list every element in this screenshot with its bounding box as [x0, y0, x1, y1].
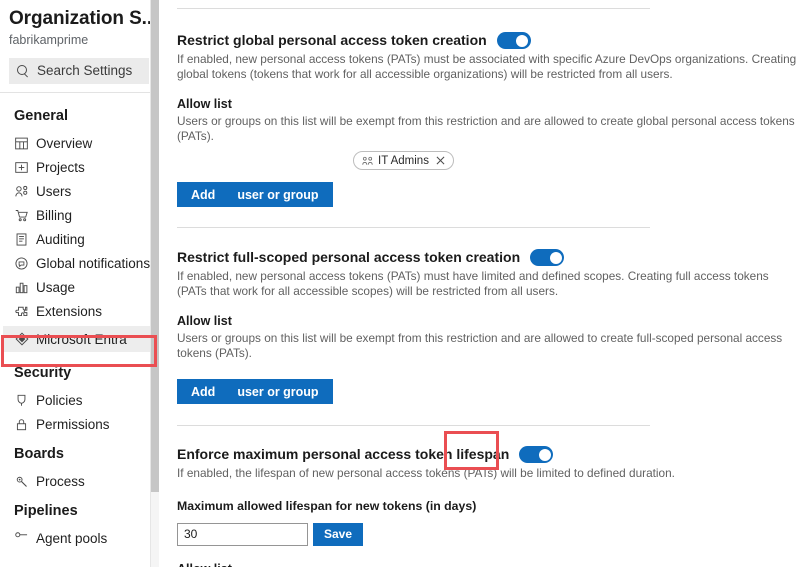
overview-grid-icon [14, 136, 29, 151]
sidebar-item-label: Global notifications [36, 255, 151, 271]
add-button-secondary-label: user or group [237, 384, 319, 399]
toggle-knob [549, 251, 562, 264]
sidebar-item-label: Microsoft Entra [36, 331, 127, 347]
sidebar-item-extensions[interactable]: Extensions [0, 299, 159, 323]
sidebar-item-label: Policies [36, 392, 83, 408]
sidebar-item-overview[interactable]: Overview [0, 131, 159, 155]
lifespan-field-label: Maximum allowed lifespan for new tokens … [177, 498, 477, 513]
global-notifications-icon [14, 256, 29, 271]
sidebar-item-projects[interactable]: Projects [0, 155, 159, 179]
sidebar-scrollbar-thumb[interactable] [151, 0, 159, 492]
organization-settings-page: Organization S... fabrikamprime Search S… [0, 0, 808, 567]
lifespan-days-input[interactable] [177, 522, 308, 546]
sidebar-item-billing[interactable]: Billing [0, 203, 159, 227]
sidebar-item-microsoft-entra-wrap: Microsoft Entra [0, 323, 159, 355]
agent-pools-icon [14, 531, 29, 546]
sidebar-heading-security: Security [14, 365, 72, 381]
sidebar-item-label: Overview [36, 135, 93, 151]
add-button-secondary-label: user or group [237, 187, 319, 202]
section-divider-1 [177, 227, 650, 228]
sidebar-item-label: Billing [36, 207, 73, 223]
sidebar-item-label: Projects [36, 159, 85, 175]
usage-chart-icon [14, 280, 29, 295]
auditing-log-icon [14, 232, 29, 247]
sidebar-item-label: Permissions [36, 416, 110, 432]
process-gear-icon [14, 474, 29, 489]
settings-content-panel: Restrict global personal access token cr… [159, 0, 808, 567]
organization-subtitle: fabrikamprime [9, 33, 89, 47]
users-icon [14, 184, 29, 199]
allow-list-chip[interactable]: IT Admins [353, 151, 454, 170]
setting-block-restrict-full-scoped-pat: Restrict full-scoped personal access tok… [159, 248, 808, 404]
setting-title: Enforce maximum personal access token li… [177, 446, 510, 462]
sidebar-item-label: Auditing [36, 231, 85, 247]
setting-block-restrict-global-pat: Restrict global personal access token cr… [159, 31, 808, 207]
sidebar-item-permissions[interactable]: Permissions [0, 412, 159, 436]
extensions-puzzle-icon [14, 304, 29, 319]
sidebar-item-agent-pools[interactable]: Agent pools [0, 526, 159, 550]
save-button[interactable]: Save [313, 522, 364, 546]
setting-description: If enabled, new personal access tokens (… [177, 52, 797, 81]
permissions-lock-icon [14, 417, 29, 432]
add-user-or-group-button-global[interactable]: Add user or group [177, 182, 333, 207]
policies-shield-icon [14, 393, 29, 408]
sidebar-item-microsoft-entra[interactable]: Microsoft Entra [3, 326, 153, 352]
sidebar-heading-boards: Boards [14, 446, 64, 462]
toggle-restrict-full-scoped-pat[interactable] [530, 249, 565, 266]
toggle-knob [516, 34, 529, 47]
toggle-knob [538, 448, 551, 461]
section-divider-2 [177, 425, 650, 426]
section-divider-top [177, 8, 650, 9]
setting-description: If enabled, new personal access tokens (… [177, 269, 769, 298]
sidebar-item-label: Agent pools [36, 530, 108, 546]
sidebar-item-auditing[interactable]: Auditing [0, 227, 159, 251]
organization-title: Organization S... [9, 8, 158, 29]
toggle-enforce-max-pat-lifespan[interactable] [519, 446, 554, 463]
setting-title: Restrict global personal access token cr… [177, 32, 487, 48]
sidebar-item-policies[interactable]: Policies [0, 388, 159, 412]
add-button-primary-label: Add [191, 384, 216, 399]
billing-cart-icon [14, 208, 29, 223]
search-placeholder: Search Settings [37, 63, 133, 78]
sidebar-heading-pipelines: Pipelines [14, 503, 78, 519]
add-user-or-group-button-full-scoped[interactable]: Add user or group [177, 379, 333, 404]
sidebar-heading-general: General [14, 108, 68, 124]
lifespan-field-row: Save [177, 522, 808, 546]
sidebar-item-label: Users [36, 183, 72, 199]
allow-list-title: Allow list [177, 97, 232, 111]
setting-title: Restrict full-scoped personal access tok… [177, 249, 521, 265]
setting-header-row: Enforce maximum personal access token li… [177, 431, 808, 470]
setting-header-row: Restrict global personal access token cr… [177, 31, 808, 50]
search-icon [17, 64, 30, 78]
setting-block-enforce-max-pat-lifespan: Enforce maximum personal access token li… [159, 431, 808, 567]
sidebar-item-users[interactable]: Users [0, 179, 159, 203]
allow-list-description: Users or groups on this list will be exe… [177, 114, 795, 143]
group-icon [361, 155, 373, 166]
sidebar-item-label: Extensions [36, 303, 103, 319]
allow-list-description: Users or groups on this list will be exe… [177, 331, 783, 360]
close-icon[interactable] [435, 155, 446, 166]
setting-description: If enabled, the lifespan of new personal… [177, 466, 675, 480]
settings-sidebar: Organization S... fabrikamprime Search S… [0, 0, 159, 567]
allow-list-chips: IT Admins [177, 151, 630, 170]
sidebar-item-label: Process [36, 473, 85, 489]
allow-list-title: Allow list [177, 314, 232, 328]
allow-list-title: Allow list [177, 561, 808, 567]
sidebar-item-label: Usage [36, 279, 76, 295]
projects-icon [14, 160, 29, 175]
microsoft-entra-icon [14, 332, 29, 347]
allow-list-chip-label: IT Admins [378, 154, 429, 167]
sidebar-scrollbar-track[interactable] [151, 0, 159, 567]
sidebar-item-usage[interactable]: Usage [0, 275, 159, 299]
search-settings-input[interactable]: Search Settings [9, 58, 149, 84]
sidebar-nav: General Overview Projects Users Billing … [0, 93, 159, 550]
setting-header-row: Restrict full-scoped personal access tok… [177, 248, 808, 267]
add-button-primary-label: Add [191, 187, 216, 202]
sidebar-item-process[interactable]: Process [0, 469, 159, 493]
toggle-restrict-global-pat[interactable] [496, 32, 531, 49]
sidebar-item-global-notifications[interactable]: Global notifications [0, 251, 159, 275]
